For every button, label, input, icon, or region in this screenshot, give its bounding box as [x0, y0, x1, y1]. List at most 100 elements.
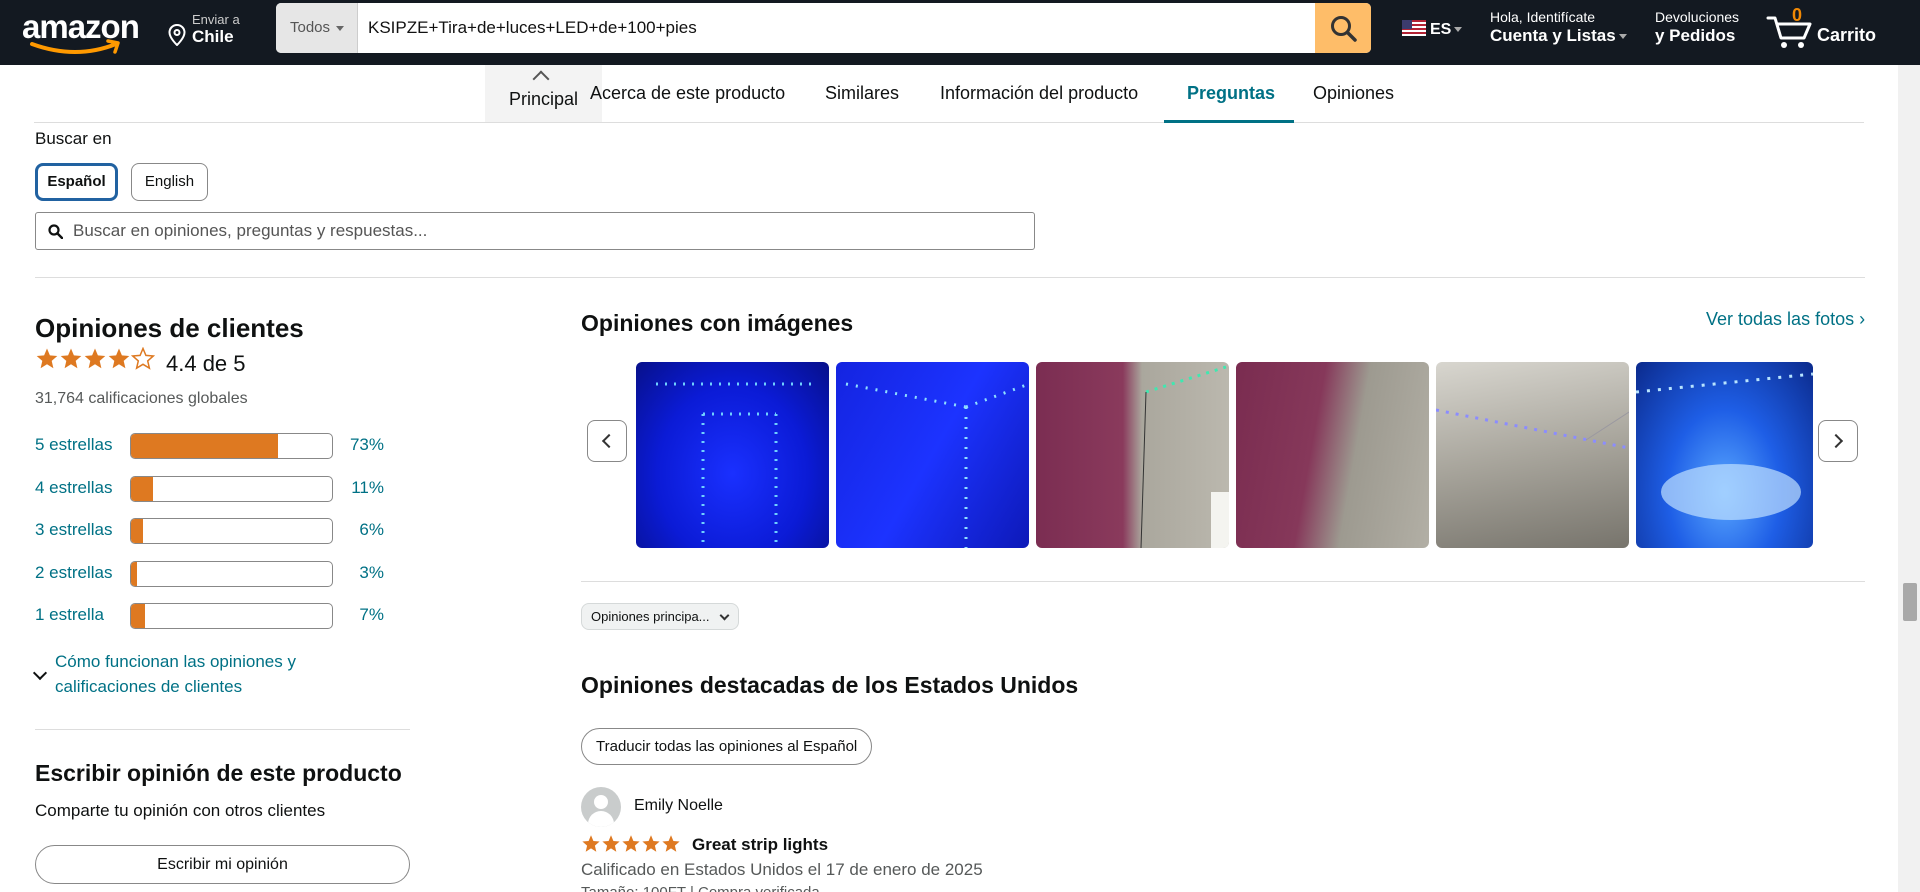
top-nav: amazon Enviar a Chile Todos KSIPZE+Tira+…	[0, 0, 1920, 65]
histogram-percent: 73%	[349, 435, 384, 454]
write-review-title: Escribir opinión de este producto	[35, 760, 402, 786]
search-icon	[48, 224, 63, 239]
us-flag-icon	[1402, 20, 1426, 36]
language-code: ES	[1430, 21, 1452, 38]
caret-down-icon	[336, 25, 345, 31]
returns-orders[interactable]: Devoluciones y Pedidos	[1655, 9, 1739, 46]
customer-reviews-title: Opiniones de clientes	[35, 313, 304, 343]
orders-label: y Pedidos	[1655, 26, 1736, 45]
translate-reviews-button[interactable]: Traducir todas las opiniones al Español	[581, 728, 873, 765]
histogram-percent: 11%	[351, 478, 384, 497]
histogram-bar-fill	[131, 477, 154, 501]
review-image-thumbnail[interactable]	[636, 362, 829, 548]
review-image-carousel	[636, 362, 1813, 548]
see-all-photos-link[interactable]: Ver todas las fotos ›	[1706, 309, 1865, 330]
review-image-thumbnail[interactable]	[1036, 362, 1229, 548]
language-chip-english[interactable]: English	[131, 163, 208, 201]
tab-principal[interactable]: Principal	[485, 65, 602, 122]
location-pin-icon	[168, 24, 186, 46]
histogram-bar-fill	[131, 434, 278, 458]
chevron-down-icon	[719, 610, 729, 621]
chevron-left-icon	[601, 433, 617, 449]
carousel-next-button[interactable]	[1818, 420, 1858, 462]
histogram-bar	[130, 433, 333, 459]
search-category-dropdown[interactable]: Todos	[276, 3, 358, 53]
review-title[interactable]: Great strip lights	[692, 835, 828, 855]
divider	[35, 277, 1865, 278]
tab-similar[interactable]: Similares	[825, 83, 899, 104]
led-bedroom-photo	[1636, 372, 1813, 520]
divider	[581, 581, 1865, 582]
review-image-thumbnail[interactable]	[836, 362, 1029, 548]
tab-questions[interactable]: Preguntas	[1187, 83, 1275, 104]
review-search-placeholder: Buscar en opiniones, preguntas y respues…	[73, 221, 428, 240]
review-image-thumbnail[interactable]	[1236, 362, 1429, 548]
search-bar: Todos KSIPZE+Tira+de+luces+LED+de+100+pi…	[276, 3, 1371, 53]
review-image-thumbnail[interactable]	[1636, 362, 1813, 548]
histogram-bar	[130, 561, 333, 587]
language-chip-spanish[interactable]: Español	[35, 163, 118, 201]
cart-button[interactable]: 0 Carrito	[1766, 5, 1896, 56]
write-review-subtitle: Comparte tu opinión con otros clientes	[35, 801, 326, 820]
tab-about-product[interactable]: Acerca de este producto	[590, 83, 785, 104]
chevron-down-icon	[32, 665, 48, 681]
histogram-bar	[130, 476, 333, 502]
histogram-label: 2 estrellas	[35, 563, 113, 582]
histogram-bar	[130, 518, 333, 544]
tab-product-info[interactable]: Información del producto	[940, 83, 1138, 104]
how-reviews-work-text: Cómo funcionan las opiniones y calificac…	[55, 652, 296, 696]
review-date: Calificado en Estados Unidos el 17 de en…	[581, 860, 983, 879]
histogram-label: 4 estrellas	[35, 478, 113, 497]
review-stars-icon	[582, 835, 680, 852]
led-corner-photo	[845, 382, 1029, 548]
language-selector[interactable]: ES	[1402, 20, 1463, 39]
scrollbar-thumb[interactable]	[1903, 583, 1917, 621]
account-lists-label: Cuenta y Listas	[1490, 26, 1616, 45]
account-greeting: Hola, Identifícate	[1490, 9, 1596, 25]
search-in-label: Buscar en	[35, 129, 112, 148]
write-review-button[interactable]: Escribir mi opinión	[35, 845, 410, 884]
caret-down-icon	[1618, 34, 1627, 40]
deliver-country: Chile	[192, 27, 234, 46]
histogram-percent: 7%	[359, 605, 384, 624]
image-reviews-title: Opiniones con imágenes	[581, 310, 854, 336]
tab-reviews[interactable]: Opiniones	[1313, 83, 1394, 104]
histogram-bar-fill	[131, 519, 144, 543]
led-room-photo	[656, 382, 811, 542]
account-menu[interactable]: Hola, Identifícate Cuenta y Listas	[1490, 9, 1627, 46]
cart-label: Carrito	[1817, 25, 1877, 45]
featured-reviews-title: Opiniones destacadas de los Estados Unid…	[581, 672, 1079, 698]
divider	[35, 729, 410, 730]
returns-label: Devoluciones	[1655, 9, 1740, 25]
review-sort-label: Opiniones principa...	[591, 609, 710, 624]
product-section-tabs: Principal Acerca de este producto Simila…	[34, 65, 1864, 123]
amazon-logo[interactable]: amazon	[22, 8, 147, 56]
scrollbar-track[interactable]	[1898, 65, 1920, 892]
histogram-label: 1 estrella	[35, 605, 104, 624]
cart-icon	[1766, 16, 1812, 48]
carousel-prev-button[interactable]	[587, 420, 627, 462]
review-search-input[interactable]: Buscar en opiniones, preguntas y respues…	[35, 212, 1035, 250]
rating-stars-icon	[36, 347, 155, 369]
search-category-label: Todos	[290, 19, 331, 36]
global-ratings-count: 31,764 calificaciones globales	[35, 390, 248, 407]
chevron-right-icon	[1828, 433, 1844, 449]
avatar	[581, 787, 621, 827]
tab-principal-label: Principal	[508, 89, 579, 109]
histogram-percent: 3%	[359, 563, 384, 582]
caret-down-icon	[1454, 27, 1463, 33]
search-input[interactable]: KSIPZE+Tira+de+luces+LED+de+100+pies	[368, 3, 697, 53]
review-sort-dropdown[interactable]: Opiniones principa...	[581, 603, 739, 630]
led-wall-photo	[1140, 365, 1229, 548]
histogram-label: 5 estrellas	[35, 435, 113, 454]
review-image-thumbnail[interactable]	[1436, 362, 1629, 548]
average-rating-text: 4.4 de 5	[166, 351, 246, 376]
histogram-label: 3 estrellas	[35, 520, 113, 539]
cart-count: 0	[1792, 5, 1803, 25]
search-button[interactable]	[1315, 3, 1371, 53]
review-format-line: Tamaño: 100FT | Compra verificada	[581, 884, 820, 892]
reviewer-name[interactable]: Emily Noelle	[634, 797, 723, 815]
histogram-bar-fill	[131, 562, 138, 586]
histogram-bar-fill	[131, 604, 146, 628]
amazon-smile-icon	[30, 39, 120, 54]
